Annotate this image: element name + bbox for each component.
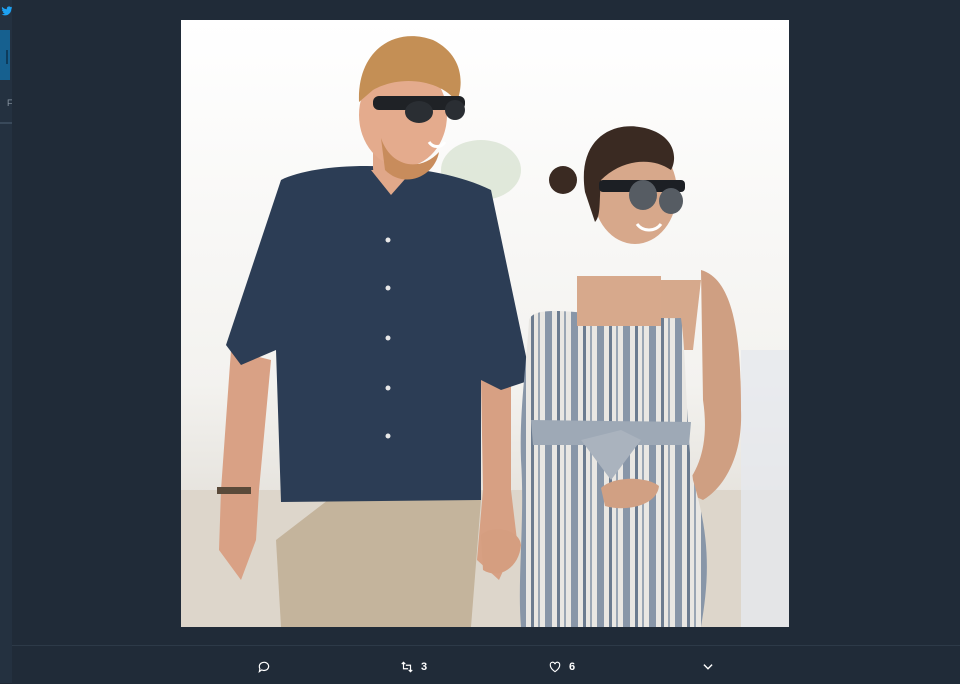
background-divider (0, 122, 12, 124)
background-timeline-strip: F (0, 0, 13, 683)
retweet-icon (401, 661, 413, 673)
reply-icon (258, 661, 270, 674)
photo-image (181, 20, 789, 627)
tweet-photo[interactable] (181, 20, 789, 627)
reply-button[interactable] (257, 659, 271, 675)
more-options-button[interactable] (701, 659, 715, 675)
chevron-down-icon (703, 664, 713, 670)
like-button[interactable]: 6 (548, 659, 575, 675)
background-tab-mark (6, 50, 8, 64)
retweet-button[interactable]: 3 (400, 659, 427, 675)
retweet-count: 3 (421, 661, 428, 673)
tweet-action-bar: 3 6 (12, 645, 960, 684)
heart-icon (549, 661, 561, 673)
background-blue-tab (0, 30, 10, 80)
like-count: 6 (569, 661, 576, 673)
